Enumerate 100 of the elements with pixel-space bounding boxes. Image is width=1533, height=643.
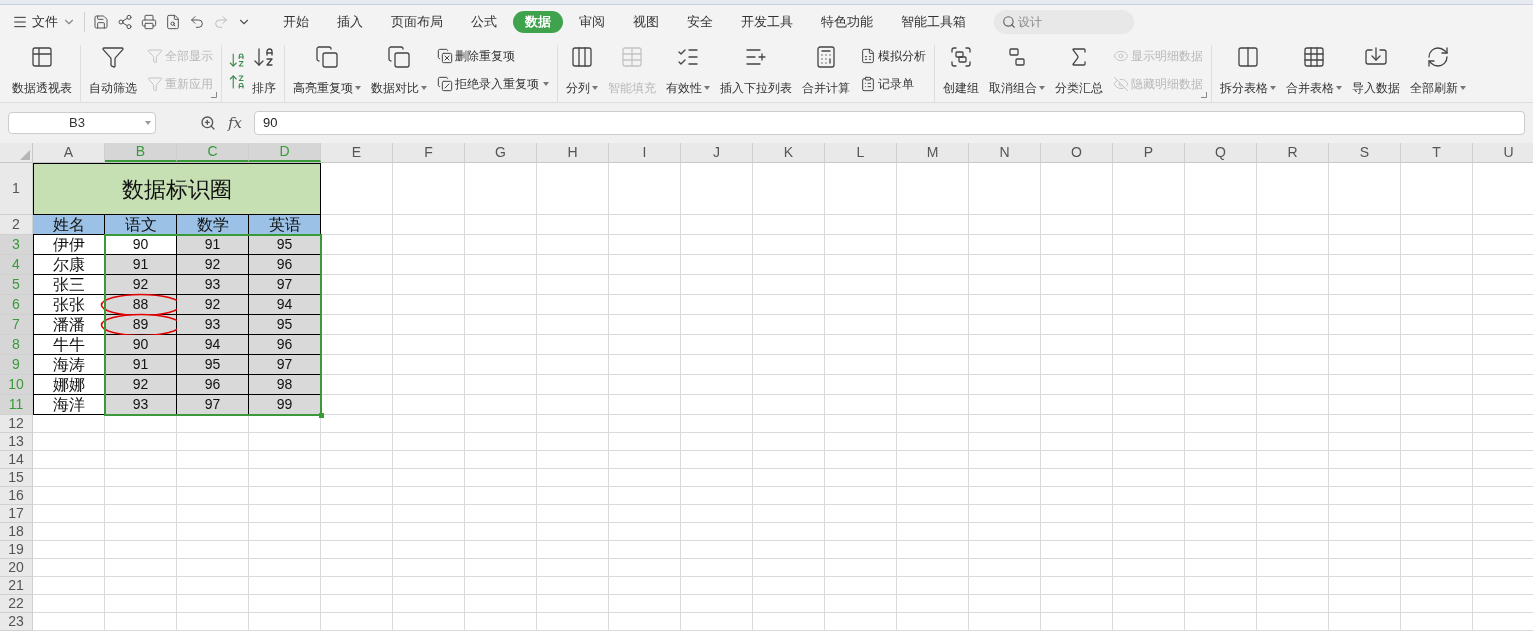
ribbon-button[interactable]: 全部刷新 <box>1408 45 1468 97</box>
print-icon[interactable] <box>141 14 157 30</box>
column-header[interactable]: J <box>681 143 753 162</box>
refresh-icon <box>1426 45 1450 69</box>
ribbon-button[interactable]: 分类汇总 <box>1053 45 1105 97</box>
table-header-cell: 语文 <box>105 215 177 235</box>
ribbon-tab[interactable]: 安全 <box>675 11 725 33</box>
column-header[interactable]: K <box>753 143 825 162</box>
column-header[interactable]: O <box>1041 143 1113 162</box>
ribbon-button[interactable]: 拒绝录入重复项 <box>435 73 551 95</box>
caret-icon <box>704 86 710 90</box>
table-cell: 牛牛 <box>33 335 105 355</box>
ribbon-tab[interactable]: 页面布局 <box>379 11 455 33</box>
menu-icon <box>12 14 28 30</box>
ribbon-button[interactable]: 自动筛选 <box>87 45 139 97</box>
columns-icon <box>570 45 594 69</box>
column-header[interactable]: G <box>465 143 537 162</box>
row-header[interactable]: 17 <box>0 505 33 523</box>
column-header[interactable]: U <box>1473 143 1533 162</box>
ribbon-button[interactable]: 导入数据 <box>1350 45 1402 97</box>
sort-ascending-icon[interactable] <box>228 51 246 69</box>
formula-input[interactable]: 90 <box>254 111 1525 135</box>
share-icon[interactable] <box>117 14 133 30</box>
copy-icon <box>387 45 411 69</box>
table-cell: 潘潘 <box>33 315 105 335</box>
row-header[interactable]: 16 <box>0 487 33 505</box>
row-header[interactable]: 19 <box>0 541 33 559</box>
row-header[interactable]: 21 <box>0 577 33 595</box>
row-header[interactable]: 18 <box>0 523 33 541</box>
ribbon-button[interactable]: 合并表格 <box>1284 45 1344 97</box>
ribbon-button[interactable]: 数据透视表 <box>10 45 74 97</box>
ribbon-button[interactable]: 合并计算 <box>800 45 852 97</box>
column-header[interactable]: L <box>825 143 897 162</box>
filter-icon <box>147 48 163 64</box>
row-header[interactable]: 1 <box>0 163 33 215</box>
ribbon-tab[interactable]: 开发工具 <box>729 11 805 33</box>
undo-icon[interactable] <box>189 14 205 30</box>
ribbon-tab[interactable]: 智能工具箱 <box>889 11 978 33</box>
table-header-cell: 英语 <box>249 215 321 235</box>
sort-icon <box>252 45 276 69</box>
sort-descending-icon[interactable] <box>228 73 246 91</box>
table-cell: 94 <box>249 295 321 315</box>
ribbon-button[interactable]: 创建组 <box>941 45 981 97</box>
row-header[interactable]: 14 <box>0 451 33 469</box>
ribbon-button[interactable]: 取消组合 <box>987 45 1047 97</box>
search-icon <box>1002 15 1016 29</box>
launcher-icon[interactable] <box>211 92 217 98</box>
ribbon-button[interactable]: 数据对比 <box>369 45 429 97</box>
row-header[interactable]: 20 <box>0 559 33 577</box>
column-header[interactable]: S <box>1329 143 1401 162</box>
column-header[interactable]: E <box>321 143 393 162</box>
column-header[interactable]: Q <box>1185 143 1257 162</box>
column-header[interactable]: P <box>1113 143 1185 162</box>
name-box[interactable]: B3 <box>8 112 156 134</box>
row-header[interactable]: 12 <box>0 415 33 433</box>
ribbon-tab[interactable]: 公式 <box>459 11 509 33</box>
ribbon-button[interactable]: 模拟分析 <box>858 45 928 67</box>
print-preview-icon[interactable] <box>165 14 181 30</box>
column-header[interactable]: N <box>969 143 1041 162</box>
row-header[interactable]: 22 <box>0 595 33 613</box>
search-field[interactable]: 设计 <box>994 10 1134 34</box>
function-button[interactable]: fx <box>228 111 242 135</box>
ribbon-button[interactable]: 拆分表格 <box>1218 45 1278 97</box>
ribbon-button[interactable]: 记录单 <box>858 73 928 95</box>
zoom-icon[interactable] <box>200 115 216 131</box>
ribbon-button[interactable]: 插入下拉列表 <box>718 45 794 97</box>
table-cell: 96 <box>249 335 321 355</box>
ribbon-button[interactable]: 删除重复项 <box>435 45 551 67</box>
file-menu[interactable]: 文件 <box>12 12 85 32</box>
copy-icon <box>437 76 453 92</box>
column-header[interactable]: T <box>1401 143 1473 162</box>
ribbon-tab[interactable]: 视图 <box>621 11 671 33</box>
ribbon-button[interactable]: 排序 <box>250 45 278 97</box>
column-header[interactable]: I <box>609 143 681 162</box>
table-cell: 98 <box>249 375 321 395</box>
column-header[interactable]: R <box>1257 143 1329 162</box>
caret-icon <box>543 82 549 86</box>
ribbon-button[interactable]: 分列 <box>564 45 600 97</box>
table-cell: 97 <box>177 395 249 415</box>
table-cell: 95 <box>249 235 321 255</box>
save-icon[interactable] <box>93 14 109 30</box>
row-header[interactable]: 13 <box>0 433 33 451</box>
column-header[interactable]: H <box>537 143 609 162</box>
column-header[interactable]: M <box>897 143 969 162</box>
caret-icon <box>1460 86 1466 90</box>
group-icon <box>949 45 973 69</box>
ribbon-tab[interactable]: 审阅 <box>567 11 617 33</box>
caret-icon <box>1336 86 1342 90</box>
ribbon-button[interactable]: 高亮重复项 <box>291 45 363 97</box>
ribbon-button[interactable]: 有效性 <box>664 45 712 97</box>
row-header[interactable]: 2 <box>0 215 33 235</box>
row-header[interactable]: 23 <box>0 613 33 631</box>
ribbon-tab[interactable]: 插入 <box>325 11 375 33</box>
table-cell: 97 <box>249 275 321 295</box>
row-header[interactable]: 15 <box>0 469 33 487</box>
table-cell: 93 <box>177 275 249 295</box>
ribbon-tab[interactable]: 特色功能 <box>809 11 885 33</box>
column-header[interactable]: F <box>393 143 465 162</box>
launcher-icon[interactable] <box>1201 92 1207 98</box>
ribbon-tab[interactable]: 开始 <box>271 11 321 33</box>
